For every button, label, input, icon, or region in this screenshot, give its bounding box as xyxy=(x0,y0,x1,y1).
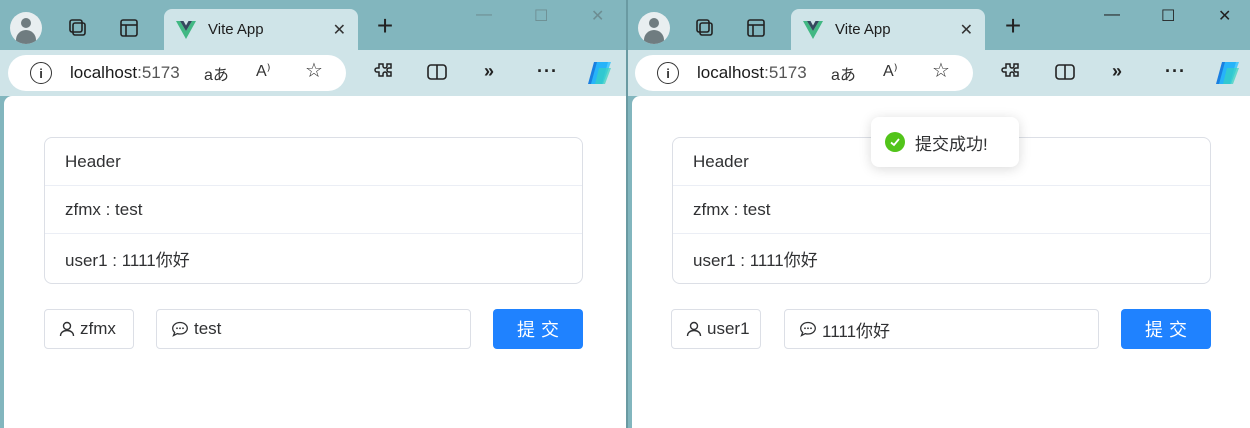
submit-button[interactable]: 提交 xyxy=(493,309,583,349)
list-item: zfmx : test xyxy=(673,186,1210,234)
maximize-icon[interactable]: ☐ xyxy=(1161,6,1175,26)
workspaces-icon[interactable] xyxy=(689,12,721,44)
more-icon[interactable]: ··· xyxy=(1165,61,1186,82)
info-icon[interactable]: i xyxy=(657,62,679,84)
address-bar[interactable]: i localhost:5173 aあ A⁾ ☆ xyxy=(8,55,346,91)
tab-title: Vite App xyxy=(208,21,264,38)
name-input[interactable]: zfmx xyxy=(44,309,134,349)
toast-message: 提交成功! xyxy=(915,134,988,154)
chat-icon xyxy=(172,321,188,337)
extensions-icon[interactable] xyxy=(372,61,394,88)
list-header: Header xyxy=(45,138,582,186)
toolbar: i localhost:5173 aあ A⁾ ☆ » ··· xyxy=(0,50,626,96)
maximize-icon[interactable]: ☐ xyxy=(534,6,548,26)
workspaces-icon[interactable] xyxy=(62,12,94,44)
vue-logo-icon xyxy=(803,20,823,39)
split-screen-icon[interactable] xyxy=(1054,61,1076,88)
message-list: Header zfmx : test user1 : 1111你好 xyxy=(44,137,583,284)
translate-icon[interactable]: aあ xyxy=(831,61,856,85)
split-screen-icon[interactable] xyxy=(426,61,448,88)
page-content: Header zfmx : test user1 : 1111你好 user1 … xyxy=(632,96,1250,428)
message-input[interactable]: test xyxy=(156,309,471,349)
more-icon[interactable]: ··· xyxy=(537,61,558,82)
favorite-icon[interactable]: ☆ xyxy=(932,58,950,83)
tab-strip: Vite App ✕ + — ☐ ✕ xyxy=(628,0,1250,50)
copilot-icon[interactable] xyxy=(585,58,615,93)
new-tab-icon[interactable]: + xyxy=(370,12,400,42)
success-toast: 提交成功! xyxy=(871,117,1019,167)
copilot-icon[interactable] xyxy=(1213,58,1243,93)
user-icon xyxy=(59,321,75,337)
message-input[interactable]: 1111你好 xyxy=(784,309,1099,349)
minimize-icon[interactable]: — xyxy=(1104,6,1120,24)
tab-actions-icon[interactable] xyxy=(740,12,772,44)
tab-title: Vite App xyxy=(835,21,891,38)
list-item: zfmx : test xyxy=(45,186,582,234)
tab-actions-icon[interactable] xyxy=(113,12,145,44)
new-tab-icon[interactable]: + xyxy=(998,12,1028,42)
url-text: localhost:5173 xyxy=(70,63,180,82)
info-icon[interactable]: i xyxy=(30,62,52,84)
close-icon[interactable]: ✕ xyxy=(333,20,346,40)
favorite-icon[interactable]: ☆ xyxy=(305,58,323,83)
list-item: user1 : 1111你好 xyxy=(65,250,190,270)
minimize-icon[interactable]: — xyxy=(476,6,492,24)
tab-active[interactable]: Vite App ✕ xyxy=(791,9,985,50)
browser-window-left: Vite App ✕ + — ☐ ✕ i localhost:5173 aあ A… xyxy=(0,0,626,428)
tab-strip: Vite App ✕ + — ☐ ✕ xyxy=(0,0,626,50)
read-aloud-icon[interactable]: A⁾ xyxy=(883,61,898,81)
toolbar: i localhost:5173 aあ A⁾ ☆ » ··· xyxy=(628,50,1250,96)
name-input[interactable]: user1 xyxy=(671,309,761,349)
read-aloud-icon[interactable]: A⁾ xyxy=(256,61,271,81)
url-text: localhost:5173 xyxy=(697,63,807,82)
success-icon xyxy=(885,132,905,152)
close-icon[interactable]: ✕ xyxy=(960,20,973,40)
address-bar[interactable]: i localhost:5173 aあ A⁾ ☆ xyxy=(635,55,973,91)
list-item: user1 : 1111你好 xyxy=(693,250,818,270)
window-close-icon[interactable]: ✕ xyxy=(1218,6,1231,26)
tab-active[interactable]: Vite App ✕ xyxy=(164,9,358,50)
window-close-icon[interactable]: ✕ xyxy=(591,6,604,26)
user-icon xyxy=(686,321,702,337)
chevron-more-icon[interactable]: » xyxy=(1112,61,1122,82)
profile-icon[interactable] xyxy=(638,12,670,44)
chat-icon xyxy=(800,321,816,337)
browser-window-right: Vite App ✕ + — ☐ ✕ i localhost:5173 aあ A… xyxy=(628,0,1250,428)
page-content: Header zfmx : test user1 : 1111你好 zfmx t… xyxy=(4,96,626,428)
chevron-more-icon[interactable]: » xyxy=(484,61,494,82)
vue-logo-icon xyxy=(176,20,196,39)
submit-button[interactable]: 提交 xyxy=(1121,309,1211,349)
extensions-icon[interactable] xyxy=(999,61,1021,88)
profile-icon[interactable] xyxy=(10,12,42,44)
translate-icon[interactable]: aあ xyxy=(204,61,229,85)
